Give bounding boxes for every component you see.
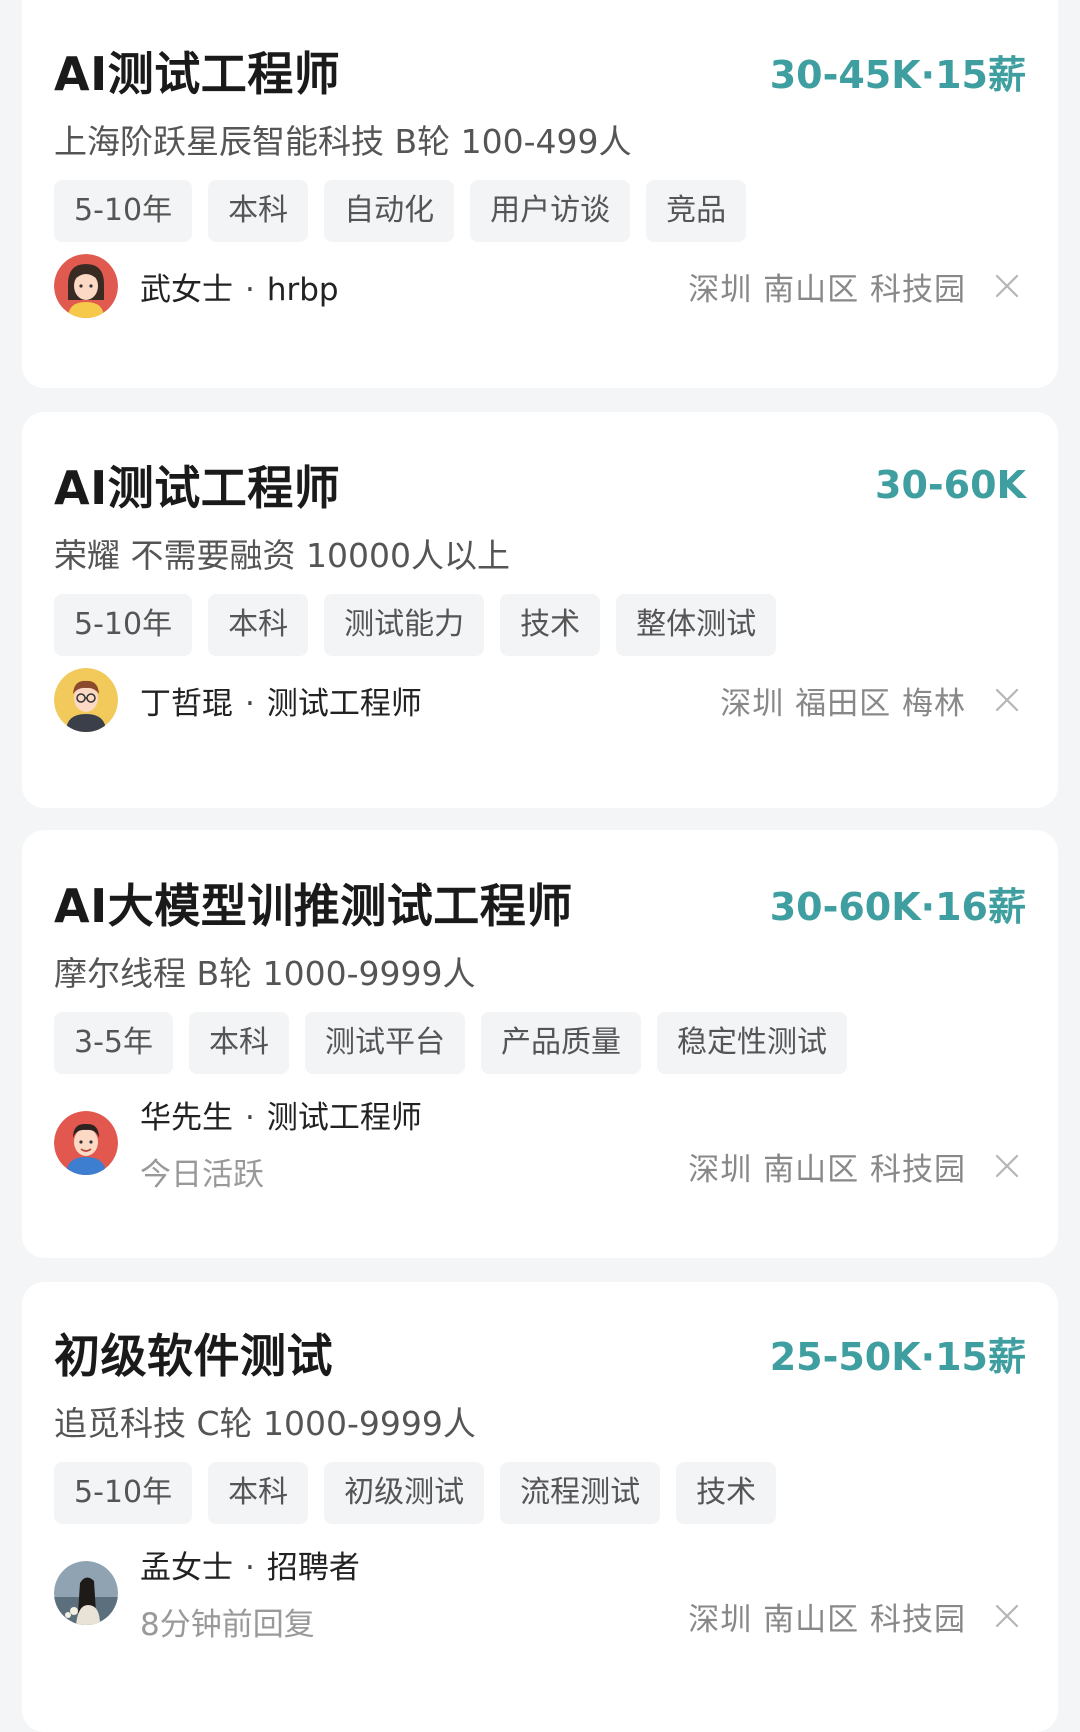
job-card[interactable]: AI测试工程师 30-45K·15薪 上海阶跃星辰智能科技 B轮 100-499…: [22, 0, 1058, 388]
male-glasses-avatar-icon[interactable]: [54, 668, 118, 732]
recruiter-role: 测试工程师: [266, 685, 422, 722]
company-info: 上海阶跃星辰智能科技 B轮 100-499人: [54, 122, 632, 161]
job-tag: 5-10年: [54, 180, 193, 242]
recruiter-status: 今日活跃: [140, 1157, 264, 1193]
job-salary: 30-45K·15薪: [769, 52, 1026, 97]
separator: ·: [245, 271, 255, 308]
job-title: AI大模型训推测试工程师: [54, 879, 573, 933]
job-tag: 流程测试: [500, 1462, 661, 1524]
job-tag: 本科: [208, 180, 309, 242]
recruiter-name: 孟女士: [140, 1550, 233, 1586]
recruiter-role: 招聘者: [266, 1550, 360, 1586]
job-feed: AI测试工程师 30-45K·15薪 上海阶跃星辰智能科技 B轮 100-499…: [0, 0, 1080, 1732]
job-tag: 整体测试: [616, 594, 777, 656]
recruiter-line: 丁哲琨 · 测试工程师: [140, 678, 422, 723]
separator: ·: [245, 1100, 255, 1136]
job-header: AI测试工程师 30-60K: [54, 452, 1026, 518]
job-salary: 25-50K·15薪: [769, 1334, 1026, 1379]
job-tag: 本科: [189, 1012, 289, 1074]
job-tag: 初级测试: [324, 1462, 485, 1524]
job-header: AI大模型训推测试工程师 30-60K·16薪: [54, 870, 1026, 936]
job-salary: 30-60K·16薪: [769, 884, 1026, 929]
job-title: AI测试工程师: [54, 47, 341, 101]
recruiter-row: 丁哲琨 · 测试工程师 深圳 福田区 梅林: [54, 668, 1026, 732]
company-info: 荣耀 不需要融资 10000人以上: [54, 536, 510, 575]
recruiter-status: 8分钟前回复: [140, 1607, 315, 1643]
recruiter-info: 孟女士 · 招聘者 8分钟前回复: [140, 1542, 360, 1644]
male-avatar-icon[interactable]: [54, 1111, 118, 1175]
recruiter-line: 武女士 · hrbp: [140, 264, 339, 309]
photo-avatar-icon[interactable]: [54, 1561, 118, 1625]
job-tag: 测试能力: [324, 594, 485, 656]
recruiter-name: 武女士: [140, 271, 233, 308]
recruiter-line: 孟女士 · 招聘者: [140, 1542, 360, 1587]
job-header: 初级软件测试 25-50K·15薪: [54, 1320, 1026, 1386]
recruiter-row: 孟女士 · 招聘者 8分钟前回复 深圳 南山区 科技园: [54, 1542, 1026, 1644]
recruiter-name: 丁哲琨: [140, 685, 233, 722]
recruiter-row: 华先生 · 测试工程师 今日活跃 深圳 南山区 科技园: [54, 1092, 1026, 1194]
job-tag: 产品质量: [481, 1012, 641, 1074]
job-header: AI测试工程师 30-45K·15薪: [54, 38, 1026, 104]
job-tag: 5-10年: [54, 594, 193, 656]
company-info: 摩尔线程 B轮 1000-9999人: [54, 954, 476, 993]
job-tags: 5-10年 本科 自动化 用户访谈 竞品: [54, 180, 747, 242]
job-tag: 稳定性测试: [657, 1012, 847, 1074]
close-icon[interactable]: [988, 1597, 1026, 1635]
recruiter-role: 测试工程师: [266, 1100, 422, 1136]
job-tags: 3-5年 本科 测试平台 产品质量 稳定性测试: [54, 1012, 847, 1074]
job-tag: 5-10年: [54, 1462, 193, 1524]
job-tag: 测试平台: [305, 1012, 465, 1074]
female-avatar-icon[interactable]: [54, 254, 118, 318]
recruiter-line: 华先生 · 测试工程师: [140, 1092, 422, 1137]
job-tag: 本科: [208, 1462, 309, 1524]
recruiter-name: 华先生: [140, 1100, 233, 1136]
company-info: 追觅科技 C轮 1000-9999人: [54, 1404, 476, 1443]
recruiter-info: 华先生 · 测试工程师 今日活跃: [140, 1092, 422, 1194]
job-title: 初级软件测试: [54, 1329, 333, 1383]
job-tag: 用户访谈: [470, 180, 631, 242]
recruiter-info: 武女士 · hrbp: [140, 264, 339, 309]
separator: ·: [245, 685, 255, 722]
job-tags: 5-10年 本科 测试能力 技术 整体测试: [54, 594, 777, 656]
separator: ·: [245, 1550, 255, 1586]
recruiter-row: 武女士 · hrbp 深圳 南山区 科技园: [54, 254, 1026, 318]
job-location: 深圳 南山区 科技园: [688, 271, 966, 308]
job-card[interactable]: AI测试工程师 30-60K 荣耀 不需要融资 10000人以上 5-10年 本…: [22, 412, 1058, 808]
job-location: 深圳 南山区 科技园: [688, 1601, 966, 1638]
close-icon[interactable]: [988, 267, 1026, 305]
job-title: AI测试工程师: [54, 461, 341, 515]
job-salary: 30-60K: [875, 463, 1026, 507]
job-location: 深圳 南山区 科技园: [688, 1151, 966, 1188]
job-location: 深圳 福田区 梅林: [720, 685, 966, 722]
job-card[interactable]: AI大模型训推测试工程师 30-60K·16薪 摩尔线程 B轮 1000-999…: [22, 830, 1058, 1258]
job-tags: 5-10年 本科 初级测试 流程测试 技术: [54, 1462, 777, 1524]
recruiter-role: hrbp: [266, 271, 339, 308]
job-tag: 技术: [500, 594, 601, 656]
job-tag: 3-5年: [54, 1012, 173, 1074]
job-tag: 自动化: [324, 180, 455, 242]
job-card[interactable]: 初级软件测试 25-50K·15薪 追觅科技 C轮 1000-9999人 5-1…: [22, 1282, 1058, 1732]
job-tag: 技术: [676, 1462, 777, 1524]
job-tag: 竞品: [646, 180, 747, 242]
close-icon[interactable]: [988, 681, 1026, 719]
recruiter-info: 丁哲琨 · 测试工程师: [140, 678, 422, 723]
job-tag: 本科: [208, 594, 309, 656]
close-icon[interactable]: [988, 1147, 1026, 1185]
